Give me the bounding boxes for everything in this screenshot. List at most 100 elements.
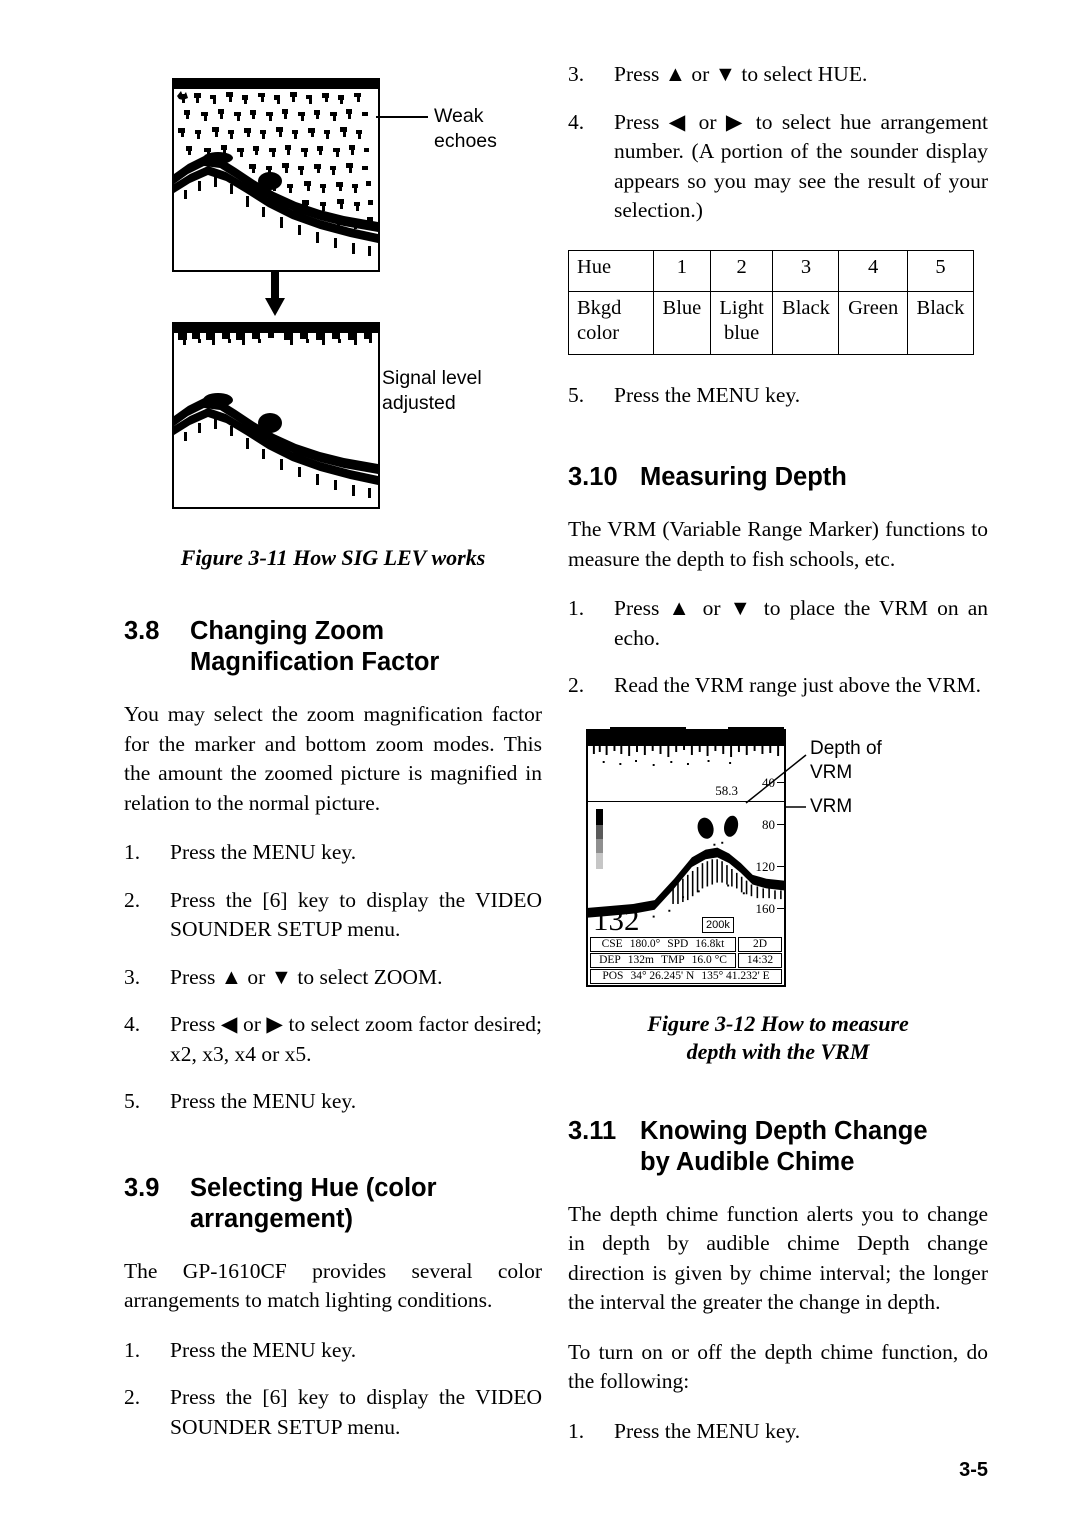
document-page: Weak echoes Signal level adjusted Figure… <box>0 0 1080 1528</box>
hue-col-1: 1 <box>653 249 711 292</box>
status-row-2: DEP 132m TMP 16.0 °C 14:32 <box>590 952 782 968</box>
section-number: 3.8 <box>124 617 160 645</box>
list-item: 2. Read the VRM range just above the VRM. <box>568 671 988 701</box>
section-title: Selecting Hue (color arrangement) <box>190 1173 542 1235</box>
section-3-8-intro: You may select the zoom magnification fa… <box>124 702 542 815</box>
hue-col-5: 5 <box>906 249 975 292</box>
list-text: Press the MENU key. <box>170 840 357 864</box>
bkgd-color-5: Black <box>906 290 975 355</box>
sounder-image-weak-echoes <box>172 78 380 272</box>
hue-col-4: 4 <box>838 249 908 292</box>
list-item: 3. Press ▲ or ▼ to select HUE. <box>568 60 988 90</box>
dep-label: DEP <box>599 954 621 966</box>
sounder-image-signal-adjusted <box>172 322 380 509</box>
section-3-9-intro: The GP-1610CF provides several color arr… <box>124 1258 542 1313</box>
spd-label: SPD <box>667 938 689 950</box>
display-upper-pane: 58.3 40 <box>588 742 784 802</box>
callout-line2: echoes <box>434 130 497 152</box>
status-bar: CSE 180.0° SPD 16.8kt 2D DEP 132m TMP 16… <box>590 936 782 984</box>
list-item: 4. Press ◀ or ▶ to select zoom factor des… <box>124 1010 542 1069</box>
list-number: 4. <box>124 1012 141 1036</box>
figure-3-11: Weak echoes Signal level adjusted <box>124 60 542 530</box>
section-number: 3.9 <box>124 1173 160 1202</box>
section-title: Changing Zoom Magnification Factor <box>190 616 542 678</box>
list-item: 3. Press ▲ or ▼ to select ZOOM. <box>124 963 542 993</box>
caption-line2: depth with the VRM <box>686 1038 870 1064</box>
list-text: Press the MENU key. <box>614 382 801 407</box>
bkgd-color-2: Light blue <box>709 290 774 355</box>
sounder-display: 58.3 40 80 120 160 132 200k CSE 180.0° S… <box>586 726 786 987</box>
list-number: 5. <box>124 1089 141 1113</box>
depth-temp-cell: DEP 132m TMP 16.0 °C <box>590 952 736 968</box>
section-3-11-para2: To turn on or off the depth chime functi… <box>568 1339 988 1394</box>
list-number: 3. <box>124 964 141 989</box>
signal-adjusted-callout: Signal level adjusted <box>382 366 482 416</box>
list-number: 2. <box>124 887 141 912</box>
pos-label: POS <box>602 970 624 982</box>
hue-col-3: 3 <box>772 249 840 292</box>
page-number: 3-5 <box>959 1459 988 1481</box>
table-row: Bkgd color Blue Light blue Black Green Bla… <box>568 290 975 355</box>
section-3-10-heading: 3.10 Measuring Depth <box>568 462 988 493</box>
list-text: Press the MENU key. <box>170 1089 357 1113</box>
weak-echoes-leader-line <box>376 116 428 118</box>
section-3-9-steps-right: 3. Press ▲ or ▼ to select HUE. 4. Press ◀ … <box>568 60 988 226</box>
list-item: 5. Press the MENU key. <box>568 381 988 411</box>
bkgd-color-1: Blue <box>653 290 711 355</box>
list-item: 1. Press ▲ or ▼ to place the VRM on an ec… <box>568 594 988 653</box>
section-3-11-steps: 1. Press the MENU key. <box>568 1417 988 1447</box>
list-number: 2. <box>568 673 585 697</box>
bkgd-color-4: Green <box>838 290 908 355</box>
cse-value: 180.0° <box>629 938 661 950</box>
list-text: Read the VRM range just above the VRM. <box>614 673 982 697</box>
title-line2: arrangement) <box>190 1204 353 1233</box>
title-line2: Magnification Factor <box>190 648 440 676</box>
section-3-9-heading: 3.9 Selecting Hue (color arrangement) <box>124 1173 542 1235</box>
scale-label-40: 40 <box>762 774 784 790</box>
section-3-10-steps: 1. Press ▲ or ▼ to place the VRM on an ec… <box>568 594 988 701</box>
hue-header-label: Hue <box>568 249 654 292</box>
title-line1: Knowing Depth Change <box>640 1116 928 1145</box>
dep-value: 132m <box>627 954 654 966</box>
list-item: 1. Press the MENU key. <box>568 1417 988 1447</box>
section-3-9-step-5: 5. Press the MENU key. <box>568 381 988 411</box>
section-3-11-para1: The depth chime function alerts you to c… <box>568 1201 988 1315</box>
list-item: 4. Press ◀ or ▶ to select hue arrangement… <box>568 108 988 226</box>
frequency-badge: 200k <box>702 916 734 933</box>
list-text: Press the [6] key to display the VIDEO S… <box>170 887 542 942</box>
status-row-3: POS 34° 26.245' N 135° 41.232' E <box>590 968 782 984</box>
section-number: 3.11 <box>568 1116 617 1145</box>
list-text: Press ▲ or ▼ to select ZOOM. <box>170 964 443 989</box>
callout-line2: adjusted <box>382 392 456 414</box>
color-scale-bar <box>596 808 603 869</box>
list-item: 1. Press the MENU key. <box>124 838 542 868</box>
course-speed-cell: CSE 180.0° SPD 16.8kt <box>590 936 736 952</box>
top-bar-segment <box>610 726 686 734</box>
list-text: Press the MENU key. <box>614 1418 801 1443</box>
echo-noise-pattern <box>174 91 378 256</box>
time-cell: 14:32 <box>738 952 782 968</box>
scale-label-120: 120 <box>755 858 784 874</box>
section-3-8-heading: 3.8 Changing Zoom Magnification Factor <box>124 616 542 678</box>
tmp-value: 16.0 °C <box>691 954 727 966</box>
down-arrow-icon <box>265 272 285 316</box>
section-3-10-intro: The VRM (Variable Range Marker) function… <box>568 517 988 571</box>
list-text: Press ▲ or ▼ to place the VRM on an echo… <box>614 596 988 650</box>
scale-label-160: 160 <box>755 900 784 916</box>
left-column: Weak echoes Signal level adjusted Figure… <box>124 60 542 1462</box>
list-number: 3. <box>568 62 585 86</box>
section-number: 3.10 <box>568 463 618 491</box>
mode-cell: 2D <box>738 936 782 952</box>
list-text: Press the [6] key to display the VIDEO S… <box>170 1385 542 1439</box>
list-number: 5. <box>568 382 585 407</box>
list-text: Press ▲ or ▼ to select HUE. <box>614 62 868 86</box>
spd-value: 16.8kt <box>695 938 725 950</box>
vrm-callout: VRM <box>810 795 853 817</box>
figure-3-12: 58.3 40 80 120 160 132 200k CSE 180.0° S… <box>568 723 988 998</box>
scale-label-80: 80 <box>762 816 784 832</box>
title-line1: Selecting Hue (color <box>190 1173 437 1202</box>
hue-col-2: 2 <box>709 249 774 292</box>
list-text: Press the MENU key. <box>170 1337 357 1362</box>
callout-line1: Weak <box>434 105 484 127</box>
list-number: 1. <box>568 1418 585 1443</box>
